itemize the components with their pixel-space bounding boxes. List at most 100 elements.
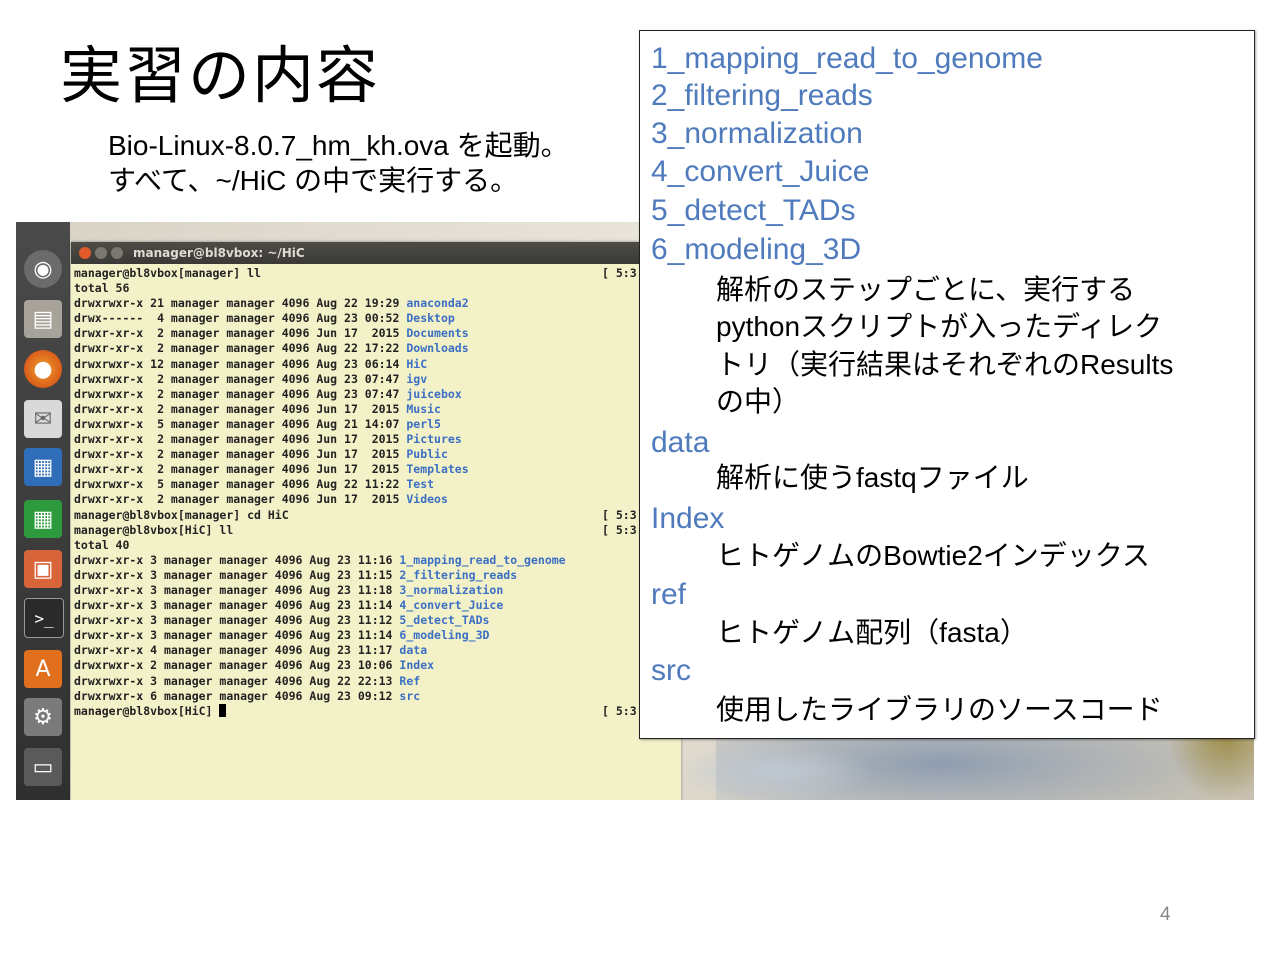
terminal-line: drwxrwxr-x 12 manager manager 4096 Aug 2… — [74, 357, 679, 372]
terminal-dir-name: Pictures — [406, 432, 462, 447]
intro-line-2: すべて、~/HiC の中で実行する。 — [108, 165, 519, 196]
terminal-line-text: drwxr-xr-x 3 manager manager 4096 Aug 23… — [74, 628, 400, 643]
terminal-line-text: manager@bl8vbox[manager] ll — [74, 266, 261, 280]
terminal-line: manager@bl8vbox[HiC] [ 5:3 — [74, 703, 679, 719]
intro-text: Bio-Linux-8.0.7_hm_kh.ova を起動。 すべて、~/HiC… — [108, 128, 569, 198]
terminal-line: drwxrwxr-x 6 manager manager 4096 Aug 23… — [74, 689, 679, 704]
terminal-line-text: total 40 — [74, 537, 130, 552]
terminal-titlebar[interactable]: manager@bl8vbox: ~/HiC — [71, 242, 681, 264]
terminal-line: total 40 — [74, 538, 679, 553]
terminal-dir-name: 1_mapping_read_to_genome — [399, 552, 566, 567]
dir-description: 使用したライブラリのソースコード — [716, 694, 1163, 725]
terminal-line: drwxr-xr-x 2 manager manager 4096 Jun 17… — [74, 447, 679, 462]
terminal-line-text: drwxr-xr-x 3 manager manager 4096 Aug 23… — [74, 598, 400, 613]
terminal-title: manager@bl8vbox: ~/HiC — [133, 246, 305, 260]
software-center-icon[interactable]: A — [24, 650, 62, 688]
terminal-dir-name: juicebox — [406, 386, 462, 401]
terminal-line: manager@bl8vbox[manager] ll [ 5:3 — [74, 266, 679, 281]
files-icon[interactable]: ▤ — [24, 300, 62, 338]
firefox-icon[interactable]: ● — [24, 350, 62, 388]
terminal-line-text: drwxrwxr-x 21 manager manager 4096 Aug 2… — [74, 296, 407, 311]
wallpaper-shape — [676, 742, 876, 800]
dir-name: 4_convert_Juice — [651, 155, 870, 188]
terminal-dir-name: HiC — [406, 356, 428, 371]
terminal-dir-name: perl5 — [406, 416, 441, 431]
terminal-line: drwxr-xr-x 3 manager manager 4096 Aug 23… — [74, 628, 679, 643]
terminal-line-text: drwxr-xr-x 3 manager manager 4096 Aug 23… — [74, 613, 400, 628]
dir-name: 2_filtering_reads — [651, 79, 873, 112]
terminal-output[interactable]: manager@bl8vbox[manager] ll [ 5:3 total 56… — [74, 266, 679, 719]
terminal-line-text: drwxr-xr-x 2 manager manager 4096 Jun 17… — [74, 401, 407, 416]
settings-icon[interactable]: ⚙ — [24, 698, 62, 736]
slide-title: 実習の内容 — [60, 39, 381, 112]
terminal-line-text: drwxrwxr-x 2 manager manager 4096 Aug 23… — [74, 371, 407, 386]
terminal-line-text: drwxr-xr-x 2 manager manager 4096 Jun 17… — [74, 326, 407, 341]
writer-icon[interactable]: ▦ — [24, 448, 62, 486]
dir-description: トリ（実行結果はそれぞれのResults — [716, 349, 1174, 380]
dir-name: 6_modeling_3D — [651, 233, 862, 266]
dir-description: ヒトゲノム配列（fasta） — [716, 617, 1028, 648]
impress-icon[interactable]: ▣ — [24, 550, 62, 588]
calc-icon[interactable]: ▦ — [24, 500, 62, 538]
dir-description: 解析のステップごとに、実行する — [716, 274, 1136, 305]
terminal-line-text: manager@bl8vbox[manager] cd HiC — [74, 507, 289, 522]
terminal-line: drwxr-xr-x 4 manager manager 4096 Aug 23… — [74, 643, 679, 658]
terminal-line: drwxr-xr-x 2 manager manager 4096 Jun 17… — [74, 492, 679, 507]
mail-icon[interactable]: ✉ — [24, 400, 62, 438]
terminal-line: total 56 — [74, 281, 679, 296]
terminal-dir-name: 6_modeling_3D — [399, 628, 490, 643]
terminal-dir-name: data — [399, 643, 428, 658]
terminal-dir-name: Documents — [406, 326, 469, 341]
terminal-line-text: drwxr-xr-x 3 manager manager 4096 Aug 23… — [74, 567, 400, 582]
terminal-line: drwxrwxr-x 21 manager manager 4096 Aug 2… — [74, 296, 679, 311]
terminal-line: drwxr-xr-x 2 manager manager 4096 Aug 22… — [74, 341, 679, 356]
dir-description: pythonスクリプトが入ったディレク — [716, 311, 1163, 342]
terminal-line-text: drwx------ 4 manager manager 4096 Aug 23… — [74, 311, 407, 326]
workspace-icon[interactable]: ▭ — [24, 748, 62, 786]
terminal-dir-name: Ref — [399, 673, 421, 688]
unity-launcher: ◉ ▤ ● ✉ ▦ ▦ ▣ >_ A ⚙ ▭ — [16, 222, 70, 800]
terminal-line: drwxr-xr-x 2 manager manager 4096 Jun 17… — [74, 462, 679, 477]
terminal-time-tag: [ 5:3 — [602, 507, 637, 522]
terminal-dir-name: Public — [406, 447, 448, 462]
terminal-line-text: drwxrwxr-x 5 manager manager 4096 Aug 21… — [74, 416, 407, 431]
minimize-icon[interactable] — [95, 247, 107, 259]
dir-name: src — [651, 654, 691, 687]
dir-description: ヒトゲノムのBowtie2インデックス — [716, 540, 1150, 571]
dir-name: 3_normalization — [651, 117, 863, 150]
terminal-dir-name: Templates — [406, 462, 469, 477]
terminal-dir-name: 2_filtering_reads — [399, 567, 518, 582]
close-icon[interactable] — [79, 247, 91, 259]
terminal-line-text: manager@bl8vbox[HiC] ll — [74, 522, 234, 537]
terminal-dir-name: Index — [399, 658, 435, 673]
terminal-dir-name: Music — [406, 401, 441, 416]
terminal-line: drwxr-xr-x 3 manager manager 4096 Aug 23… — [74, 598, 679, 613]
terminal-line: drwxrwxr-x 5 manager manager 4096 Aug 22… — [74, 477, 679, 492]
dir-name: Index — [651, 502, 725, 535]
terminal-line-text: drwxr-xr-x 3 manager manager 4096 Aug 23… — [74, 552, 400, 567]
terminal-line: manager@bl8vbox[manager] cd HiC [ 5:3 — [74, 508, 679, 523]
terminal-line: drwxr-xr-x 3 manager manager 4096 Aug 23… — [74, 583, 679, 598]
ubuntu-dash-icon[interactable]: ◉ — [24, 250, 62, 288]
terminal-dir-name: Videos — [406, 492, 448, 507]
dir-name: data — [651, 426, 710, 459]
terminal-time-tag: [ 5:3 — [602, 522, 637, 537]
terminal-line-text: drwxrwxr-x 6 manager manager 4096 Aug 23… — [74, 688, 400, 703]
dir-description: の中） — [716, 386, 801, 417]
terminal-dir-name: igv — [406, 371, 428, 386]
terminal-line-text: drwxrwxr-x 2 manager manager 4096 Aug 23… — [74, 658, 400, 673]
terminal-time-tag: [ 5:3 — [602, 266, 637, 280]
terminal-window[interactable]: manager@bl8vbox: ~/HiC manager@bl8vbox[m… — [71, 242, 681, 800]
dir-name: 1_mapping_read_to_genome — [651, 42, 1043, 75]
terminal-line-text: drwxr-xr-x 4 manager manager 4096 Aug 23… — [74, 643, 400, 658]
terminal-line-text: total 56 — [74, 281, 130, 296]
terminal-line: drwxrwxr-x 2 manager manager 4096 Aug 23… — [74, 387, 679, 402]
terminal-dir-name: Test — [406, 477, 435, 492]
terminal-line: drwxr-xr-x 3 manager manager 4096 Aug 23… — [74, 613, 679, 628]
terminal-icon[interactable]: >_ — [24, 598, 64, 638]
maximize-icon[interactable] — [111, 247, 123, 259]
terminal-line-text: drwxrwxr-x 2 manager manager 4096 Aug 23… — [74, 386, 407, 401]
terminal-line: drwxrwxr-x 2 manager manager 4096 Aug 23… — [74, 372, 679, 387]
terminal-line: drwxrwxr-x 3 manager manager 4096 Aug 22… — [74, 674, 679, 689]
terminal-line: drwx------ 4 manager manager 4096 Aug 23… — [74, 311, 679, 326]
